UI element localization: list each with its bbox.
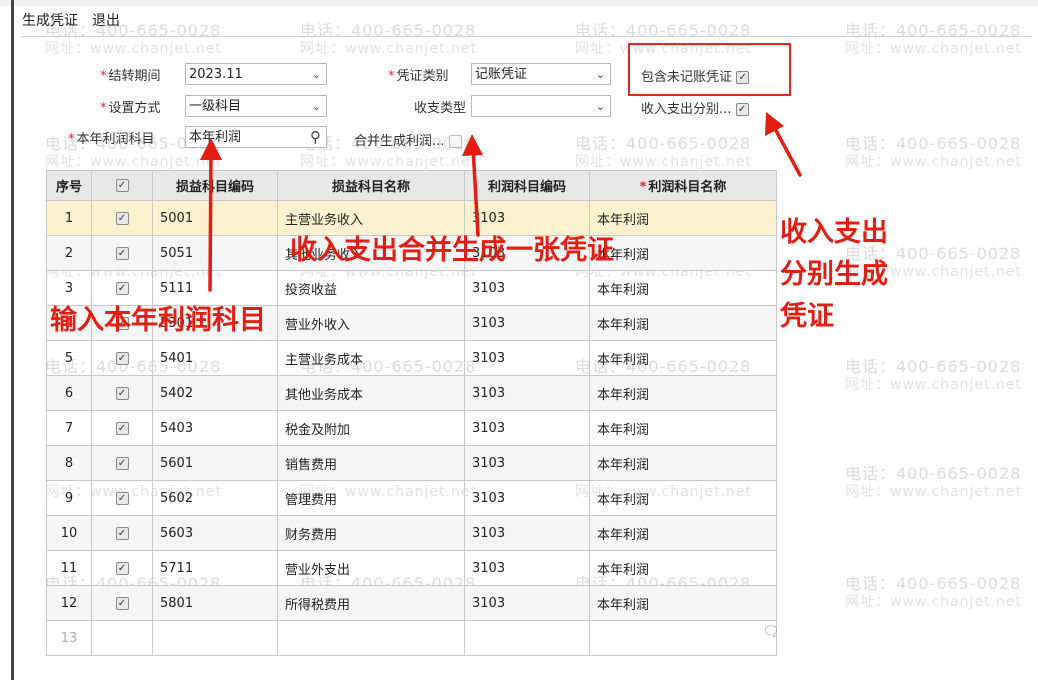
annotation-separate-3: 凭证	[780, 301, 834, 332]
arrow-head	[462, 134, 483, 156]
annotation-separate-2: 分别生成	[780, 259, 888, 290]
annotation-merge: 收入支出合并生成一张凭证	[290, 235, 614, 266]
annotation-separate-1: 收入支出	[780, 217, 888, 248]
arrow-input-subject	[208, 148, 213, 292]
arrow-separate	[771, 123, 802, 177]
arrow-merge	[471, 145, 480, 237]
arrow-head	[765, 112, 784, 136]
annotation-input-subject: 输入本年利润科目	[50, 305, 266, 336]
annotation-arrows	[200, 112, 802, 292]
arrow-head	[200, 138, 222, 160]
